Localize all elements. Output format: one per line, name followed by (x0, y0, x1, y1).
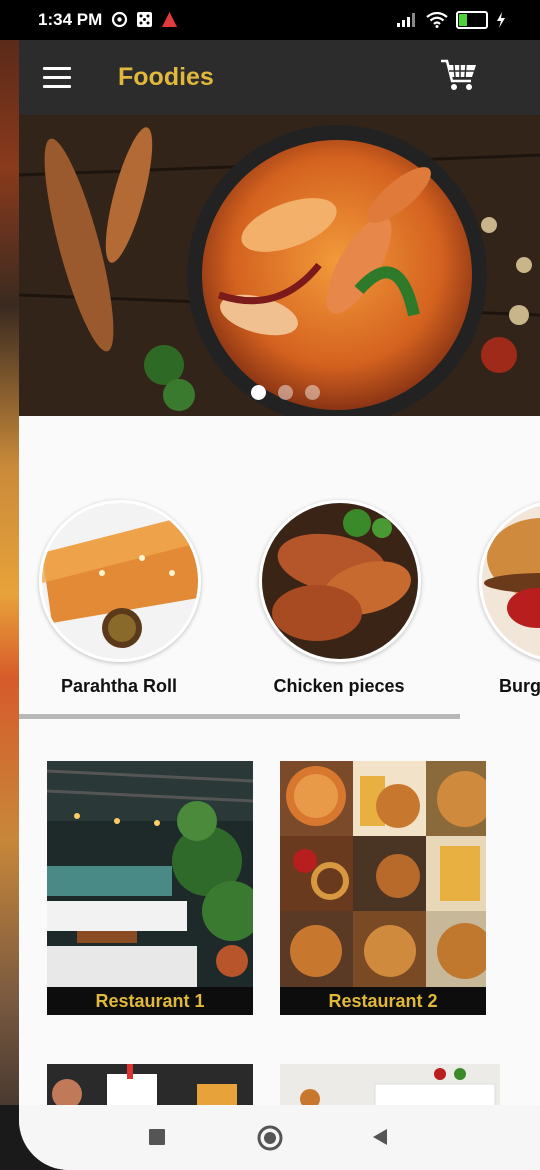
app-notification-icon (161, 11, 178, 28)
category-item[interactable]: Burg (479, 500, 540, 697)
category-scroll-indicator (19, 714, 460, 719)
square-icon (149, 1129, 165, 1145)
sync-icon (111, 11, 128, 28)
status-time: 1:34 PM (38, 10, 103, 29)
menu-icon (43, 67, 71, 70)
charging-icon (497, 12, 505, 28)
home-button[interactable] (257, 1125, 283, 1156)
carousel-dot[interactable] (251, 385, 266, 400)
carousel-indicator (251, 385, 320, 400)
category-item[interactable]: Chicken pieces (259, 500, 421, 697)
carousel-dot[interactable] (305, 385, 320, 400)
app-bar: Foodies (19, 40, 540, 115)
restaurant-card[interactable]: Restaurant 1 (47, 761, 253, 1015)
cart-button[interactable] (439, 57, 479, 93)
category-image-chicken-pieces (259, 500, 421, 662)
category-item[interactable]: Parahtha Roll (39, 500, 201, 697)
app-title: Foodies (118, 63, 214, 91)
cart-icon (441, 59, 476, 90)
category-label: Chicken pieces (273, 676, 405, 696)
battery-level: 29 (466, 14, 478, 25)
restaurant-2-image (280, 761, 486, 987)
status-bar: 1:34 PM 29 (0, 0, 540, 40)
dice-icon (136, 11, 153, 28)
category-list[interactable]: Parahtha Roll Chicken pieces Burg (19, 500, 540, 700)
back-button[interactable] (370, 1127, 390, 1152)
category-label: Parahtha Roll (60, 676, 178, 696)
battery-icon: 29 (456, 11, 488, 29)
category-image-paratha-roll (39, 500, 201, 662)
category-image-burger (479, 500, 540, 662)
restaurant-1-image (47, 761, 253, 987)
restaurant-label: Restaurant 2 (280, 987, 486, 1015)
carousel-dot[interactable] (278, 385, 293, 400)
recents-button[interactable] (148, 1128, 166, 1151)
carousel-image-shrimp-curry (19, 115, 540, 416)
triangle-back-icon (373, 1129, 387, 1145)
restaurant-label: Restaurant 1 (47, 987, 253, 1015)
food-carousel[interactable] (19, 115, 540, 416)
restaurant-card[interactable]: Restaurant 2 (280, 761, 486, 1015)
circle-icon (257, 1125, 283, 1151)
category-label: Burg (499, 676, 540, 696)
wifi-icon (426, 12, 448, 28)
signal-icon (397, 13, 415, 27)
menu-button[interactable] (43, 67, 71, 89)
app-screen: Foodies Parahtha Roll Chicken pieces Bur… (19, 40, 540, 1170)
